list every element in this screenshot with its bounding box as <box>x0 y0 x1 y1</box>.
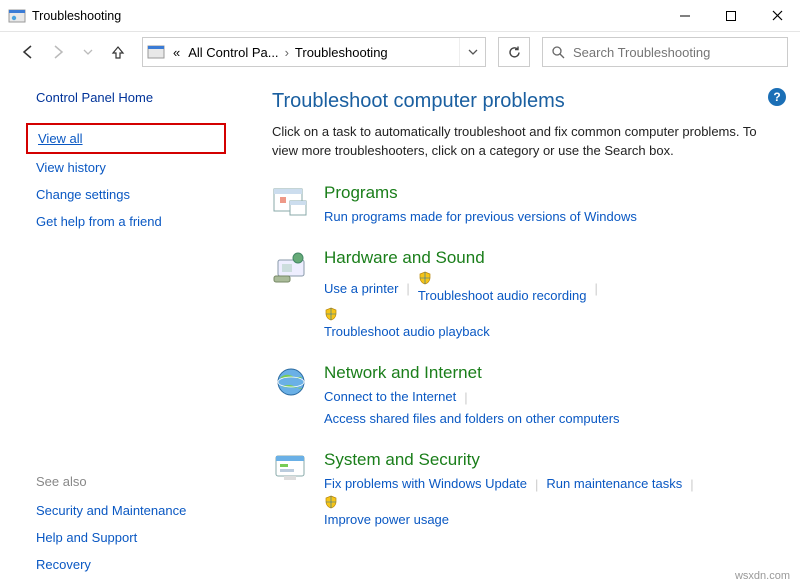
breadcrumb-dropdown[interactable] <box>459 38 485 66</box>
titlebar: Troubleshooting <box>0 0 800 32</box>
window-title: Troubleshooting <box>32 9 662 23</box>
breadcrumb-icon <box>147 44 165 60</box>
shield-icon <box>324 495 338 509</box>
page-intro: Click on a task to automatically trouble… <box>272 123 778 161</box>
category-system: System and Security Fix problems with Wi… <box>272 450 778 531</box>
hardware-audio-playback[interactable]: Troubleshoot audio playback <box>324 307 772 343</box>
breadcrumb-level2[interactable]: Troubleshooting <box>291 45 392 60</box>
sidebar-view-history[interactable]: View history <box>36 160 246 175</box>
minimize-button[interactable] <box>662 0 708 32</box>
sidebar-help-support[interactable]: Help and Support <box>36 530 246 545</box>
close-button[interactable] <box>754 0 800 32</box>
sidebar-get-help[interactable]: Get help from a friend <box>36 214 246 229</box>
forward-button[interactable] <box>46 40 70 64</box>
network-shared-files[interactable]: Access shared files and folders on other… <box>324 408 771 430</box>
system-power-usage[interactable]: Improve power usage <box>324 495 778 531</box>
see-also-label: See also <box>36 474 246 489</box>
network-connect-internet[interactable]: Connect to the Internet <box>324 386 456 408</box>
breadcrumb-prefix: « <box>169 45 184 60</box>
hardware-audio-recording[interactable]: Troubleshoot audio recording <box>418 271 587 307</box>
content-area: Control Panel Home View all View history… <box>0 72 800 588</box>
shield-icon <box>324 307 338 321</box>
breadcrumb[interactable]: « All Control Pa... › Troubleshooting <box>142 37 486 67</box>
breadcrumb-level1[interactable]: All Control Pa... <box>184 45 282 60</box>
nav-toolbar: « All Control Pa... › Troubleshooting <box>0 32 800 72</box>
app-icon <box>8 7 26 25</box>
recent-dropdown[interactable] <box>76 40 100 64</box>
control-panel-home-link[interactable]: Control Panel Home <box>36 90 246 105</box>
chevron-right-icon: › <box>283 45 291 60</box>
system-icon <box>272 450 310 488</box>
up-button[interactable] <box>106 40 130 64</box>
sidebar-recovery[interactable]: Recovery <box>36 557 246 572</box>
view-all-highlight: View all <box>26 123 226 154</box>
programs-run-previous[interactable]: Run programs made for previous versions … <box>324 206 637 228</box>
maximize-button[interactable] <box>708 0 754 32</box>
shield-icon <box>418 271 432 285</box>
main-panel: Troubleshoot computer problems Click on … <box>262 72 800 588</box>
system-maintenance[interactable]: Run maintenance tasks <box>546 473 682 495</box>
sidebar-view-all[interactable]: View all <box>38 131 224 146</box>
refresh-button[interactable] <box>498 37 530 67</box>
category-programs: Programs Run programs made for previous … <box>272 183 778 228</box>
search-input[interactable] <box>573 45 787 60</box>
programs-title[interactable]: Programs <box>324 183 637 203</box>
search-box[interactable] <box>542 37 788 67</box>
hardware-printer[interactable]: Use a printer <box>324 278 398 300</box>
hardware-title[interactable]: Hardware and Sound <box>324 248 772 268</box>
hardware-icon <box>272 248 310 286</box>
network-icon <box>272 363 310 401</box>
page-title: Troubleshoot computer problems <box>272 90 778 113</box>
category-hardware: Hardware and Sound Use a printer | Troub… <box>272 248 778 343</box>
category-network: Network and Internet Connect to the Inte… <box>272 363 778 430</box>
back-button[interactable] <box>16 40 40 64</box>
window-controls <box>662 0 800 32</box>
search-icon <box>543 45 573 59</box>
sidebar-change-settings[interactable]: Change settings <box>36 187 246 202</box>
system-windows-update[interactable]: Fix problems with Windows Update <box>324 473 527 495</box>
watermark: wsxdn.com <box>735 570 790 582</box>
help-icon[interactable]: ? <box>768 88 786 106</box>
network-title[interactable]: Network and Internet <box>324 363 771 383</box>
programs-icon <box>272 183 310 221</box>
sidebar-security-maintenance[interactable]: Security and Maintenance <box>36 503 246 518</box>
sidebar: Control Panel Home View all View history… <box>0 72 262 588</box>
system-title[interactable]: System and Security <box>324 450 778 470</box>
